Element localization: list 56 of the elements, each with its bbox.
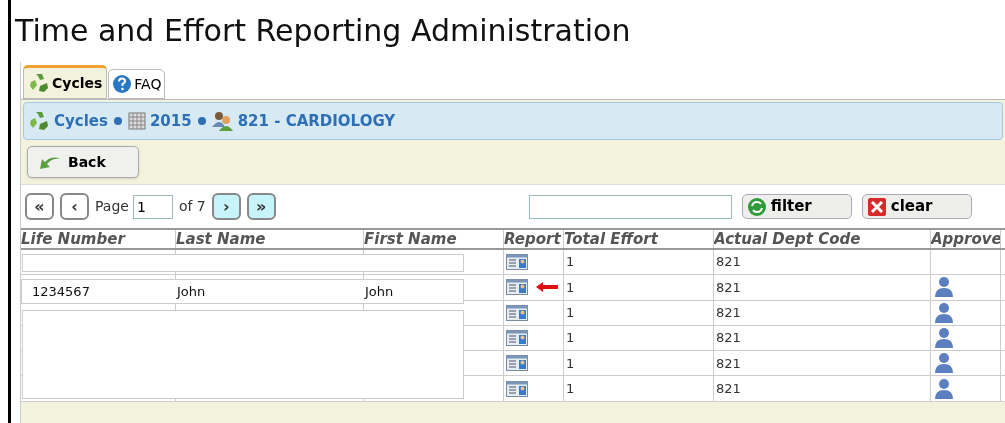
table-cell: 821: [714, 275, 931, 300]
back-button[interactable]: Back: [27, 146, 139, 178]
person-icon[interactable]: [934, 301, 954, 324]
table-cell: 1: [564, 275, 714, 300]
people-icon: [211, 111, 234, 131]
table-cell: 1: [564, 325, 714, 351]
close-icon: [866, 196, 887, 217]
next-page-button[interactable]: ›: [211, 193, 241, 220]
column-header[interactable]: Total Effort: [564, 230, 714, 248]
calendar-icon: [127, 112, 146, 130]
filter-button[interactable]: filter: [741, 194, 852, 219]
first-page-button[interactable]: «: [25, 193, 54, 220]
table-cell: 821: [714, 300, 931, 325]
arrow-icon: [536, 282, 558, 293]
breadcrumb-link[interactable]: 821 - CARDIOLOGY: [237, 109, 396, 133]
column-header[interactable]: First Name: [364, 230, 504, 248]
table-cell-text: 1234567: [31, 282, 91, 301]
report-icon[interactable]: [506, 380, 528, 397]
person-icon[interactable]: [934, 276, 954, 299]
table-cell: 1: [564, 300, 714, 325]
column-header[interactable]: Report: [504, 230, 564, 248]
pager-label: of 7: [178, 197, 206, 216]
recycle-icon: [28, 110, 50, 132]
breadcrumb-link[interactable]: 2015: [149, 109, 192, 133]
table-cell: 1: [564, 351, 714, 376]
column-header[interactable]: Last Name: [176, 230, 364, 248]
table-cell-text: John: [365, 282, 395, 301]
filter-field[interactable]: [528, 194, 732, 219]
column-header[interactable]: Life Number: [21, 230, 176, 248]
person-icon[interactable]: [934, 377, 954, 400]
previous-page-button[interactable]: ‹: [60, 193, 89, 220]
table-cell: 821: [714, 250, 931, 275]
page-title: Time and Effort Reporting Administration: [15, 16, 631, 46]
tab[interactable]: Cycles: [23, 65, 108, 99]
table-cell: 1: [564, 250, 714, 275]
table-cell: 1: [564, 376, 714, 401]
last-page-button[interactable]: »: [246, 193, 276, 220]
tab[interactable]: FAQ: [108, 69, 166, 99]
recycle-icon: [28, 72, 50, 94]
person-icon[interactable]: [934, 352, 954, 375]
table-cell: 821: [714, 325, 931, 351]
page-number-field[interactable]: 1: [132, 194, 173, 219]
report-icon[interactable]: [506, 355, 528, 372]
report-icon[interactable]: [506, 279, 528, 296]
report-icon[interactable]: [506, 254, 528, 271]
table-cell-text: John: [177, 282, 207, 301]
clear-button[interactable]: clear: [861, 194, 972, 219]
table-cell: 821: [714, 351, 931, 376]
report-icon[interactable]: [506, 304, 528, 321]
breadcrumb-link[interactable]: Cycles: [54, 109, 108, 133]
person-icon[interactable]: [934, 327, 954, 350]
pager-label: Page: [95, 197, 129, 216]
refresh-icon: [746, 196, 767, 217]
table-cell: 821: [714, 376, 931, 401]
help-icon: [112, 74, 133, 94]
report-icon[interactable]: [506, 330, 528, 347]
